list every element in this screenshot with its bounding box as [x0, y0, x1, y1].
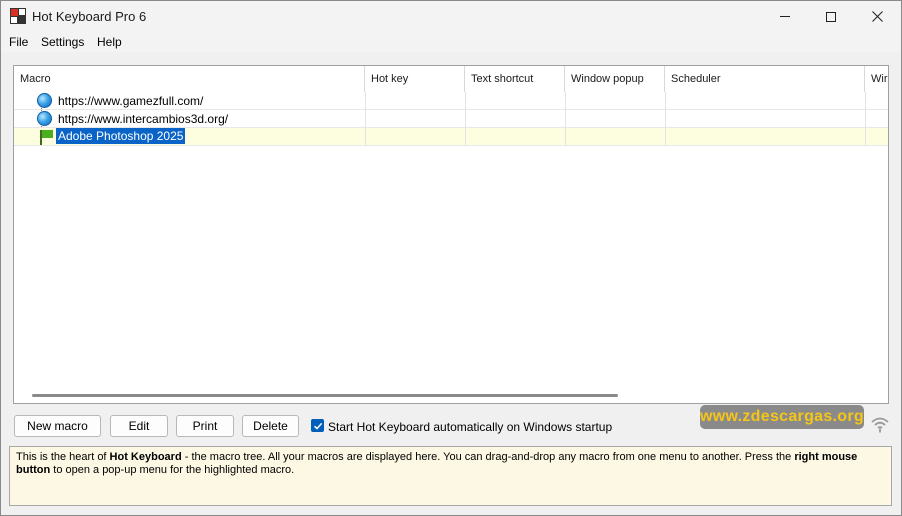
column-header-hot-key[interactable]: Hot key — [365, 66, 465, 92]
close-button[interactable] — [854, 1, 900, 32]
startup-checkbox[interactable] — [311, 419, 324, 432]
menu-file[interactable]: File — [9, 35, 28, 49]
macro-name: https://www.intercambios3d.org/ — [58, 112, 229, 126]
startup-checkbox-label[interactable]: Start Hot Keyboard automatically on Wind… — [328, 420, 612, 434]
table-row-selected[interactable]: Adobe Photoshop 2025 — [14, 128, 888, 146]
column-header-macro[interactable]: Macro — [14, 66, 365, 92]
watermark-banner: www.zdescargas.org — [700, 405, 864, 429]
horizontal-scrollbar[interactable] — [32, 394, 618, 397]
macro-name: Adobe Photoshop 2025 — [56, 128, 186, 144]
window-title: Hot Keyboard Pro 6 — [32, 9, 147, 24]
help-text: - the macro tree. All your macros are di… — [181, 451, 795, 463]
column-header-text-shortcut[interactable]: Text shortcut — [465, 66, 565, 92]
wifi-signal-icon — [871, 417, 889, 433]
column-header-scheduler[interactable]: Scheduler — [665, 66, 865, 92]
new-macro-button[interactable]: New macro — [14, 415, 101, 437]
help-text-bold: Hot Keyboard — [109, 451, 182, 463]
help-description: This is the heart of Hot Keyboard - the … — [9, 446, 892, 506]
help-text: This is the heart of — [16, 451, 110, 463]
flag-icon — [39, 129, 53, 145]
maximize-button[interactable] — [808, 1, 854, 32]
main-window: Hot Keyboard Pro 6 File Settings Help Ma… — [0, 0, 902, 516]
delete-button[interactable]: Delete — [242, 415, 299, 437]
checkmark-icon — [313, 422, 322, 430]
macro-tree[interactable]: Macro Hot key Text shortcut Window popup… — [13, 65, 889, 404]
edit-button[interactable]: Edit — [110, 415, 168, 437]
help-text: to open a pop-up menu for the highlighte… — [50, 464, 295, 476]
minimize-button[interactable] — [762, 1, 808, 32]
maximize-icon — [826, 11, 836, 22]
globe-icon — [37, 111, 52, 126]
print-button[interactable]: Print — [176, 415, 234, 437]
menu-bar: File Settings Help — [1, 32, 901, 52]
table-row[interactable]: https://www.intercambios3d.org/ — [14, 110, 888, 128]
table-row[interactable]: https://www.gamezfull.com/ — [14, 92, 888, 110]
menu-help[interactable]: Help — [97, 35, 122, 49]
hot-keyboard-app-icon[interactable] — [10, 8, 26, 24]
minimize-icon — [780, 16, 790, 17]
title-bar[interactable]: Hot Keyboard Pro 6 — [1, 1, 901, 32]
menu-settings[interactable]: Settings — [41, 35, 84, 49]
close-icon — [871, 11, 883, 22]
column-header-window[interactable]: Wir — [865, 66, 888, 92]
column-header-window-popup[interactable]: Window popup — [565, 66, 665, 92]
globe-icon — [37, 93, 52, 108]
macro-name: https://www.gamezfull.com/ — [58, 94, 204, 108]
